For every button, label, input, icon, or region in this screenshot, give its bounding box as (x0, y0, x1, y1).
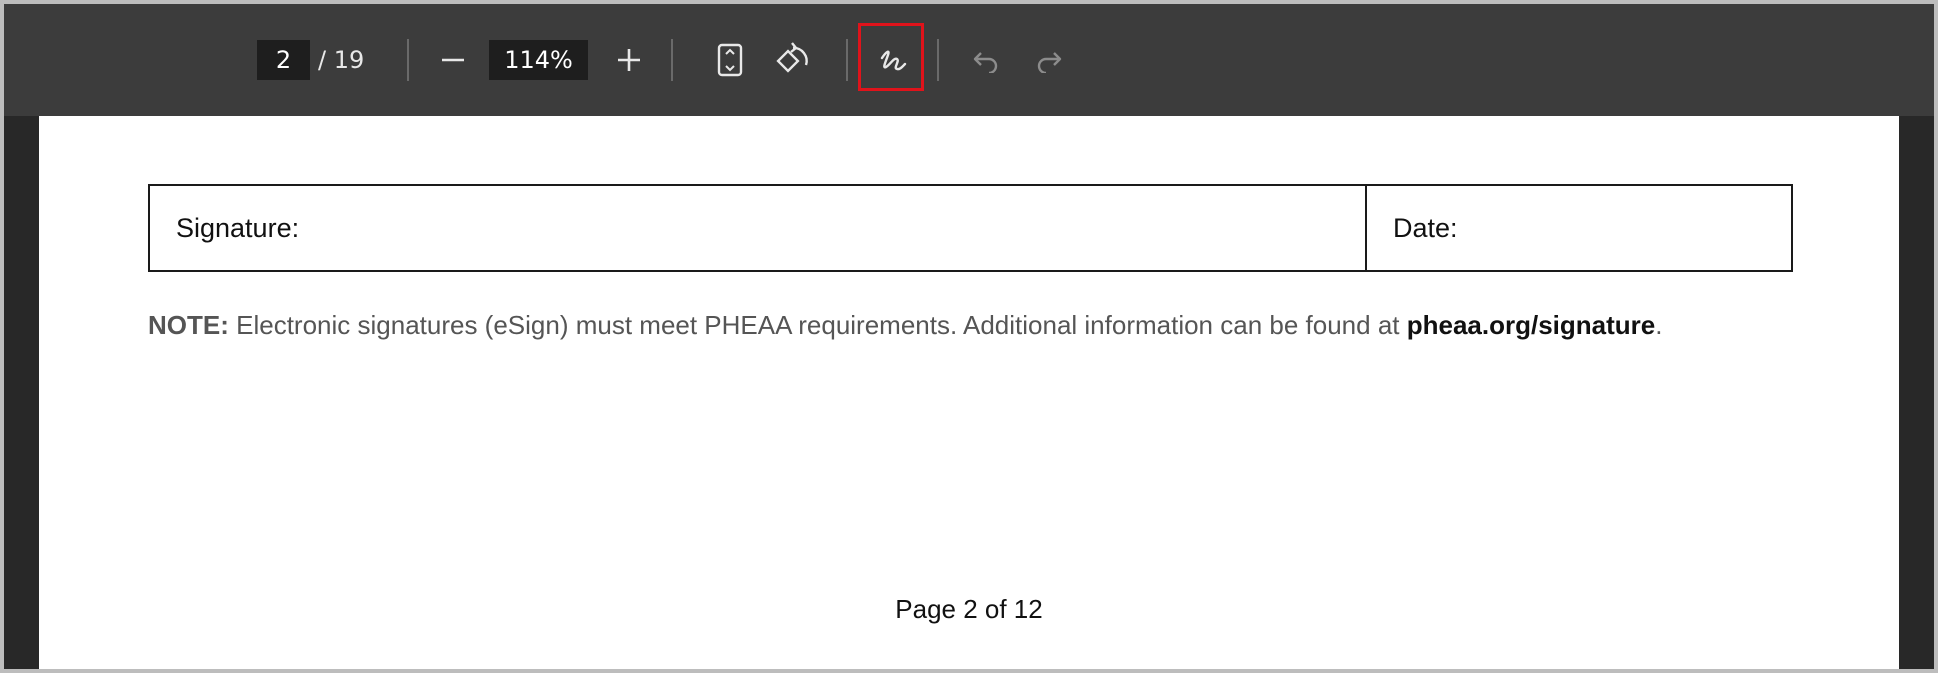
zoom-in-button[interactable] (605, 36, 653, 84)
rotate-icon (776, 42, 808, 73)
toolbar-divider (846, 39, 848, 81)
page-number-input[interactable]: 2 (257, 40, 310, 80)
note-label: NOTE: (148, 310, 229, 340)
fit-page-button[interactable] (706, 36, 754, 84)
pdf-page: Signature: Date: NOTE: Electronic signat… (39, 116, 1899, 669)
viewer-toolbar: 2 / 19 114% (4, 4, 1934, 116)
redo-button[interactable] (1025, 36, 1073, 84)
page-footer: Page 2 of 12 (895, 594, 1043, 624)
plus-icon (618, 49, 640, 71)
esign-note: NOTE: Electronic signatures (eSign) must… (148, 310, 1848, 341)
fit-page-icon (717, 43, 743, 77)
rotate-button[interactable] (770, 36, 818, 84)
minus-icon (442, 58, 464, 62)
pdf-viewer: 2 / 19 114% Signature: Date: NOTE: Elect… (4, 4, 1934, 669)
toolbar-divider (671, 39, 673, 81)
undo-button[interactable] (962, 36, 1010, 84)
signature-field[interactable]: Signature: (150, 186, 1367, 270)
signature-link[interactable]: pheaa.org/signature (1407, 310, 1656, 340)
note-period: . (1655, 310, 1663, 340)
note-text: Electronic signatures (eSign) must meet … (228, 310, 1407, 340)
date-field[interactable]: Date: (1367, 186, 1791, 270)
toolbar-divider (937, 39, 939, 81)
undo-icon (973, 52, 998, 73)
date-label: Date: (1393, 212, 1458, 243)
toolbar-divider (407, 39, 409, 81)
signature-label: Signature: (176, 212, 300, 243)
draw-button-highlight (858, 23, 924, 91)
page-total: / 19 (318, 46, 365, 74)
redo-icon (1037, 52, 1062, 73)
signature-table: Signature: Date: (148, 184, 1793, 272)
zoom-out-button[interactable] (429, 36, 477, 84)
zoom-level-input[interactable]: 114% (489, 40, 588, 80)
